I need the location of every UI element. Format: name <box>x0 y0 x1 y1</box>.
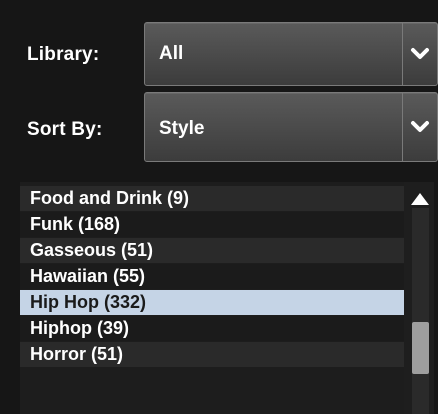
chevron-down-icon <box>411 48 429 59</box>
list-item[interactable]: Food and Drink (9) <box>20 186 404 211</box>
library-browser-panel: Library: All Sort By: Style Food and Dri… <box>0 0 438 414</box>
library-dropdown-button[interactable] <box>402 23 437 85</box>
list-item[interactable]: Horror (51) <box>20 342 404 367</box>
style-list[interactable]: Food and Drink (9) Funk (168) Gasseous (… <box>20 182 433 414</box>
list-scrollbar[interactable] <box>404 182 434 414</box>
list-item[interactable]: Gasseous (51) <box>20 238 404 263</box>
list-item[interactable]: Hiphop (39) <box>20 316 404 341</box>
list-item[interactable]: Hawaiian (55) <box>20 264 404 289</box>
sort-by-dropdown-button[interactable] <box>402 93 437 161</box>
library-select[interactable]: All <box>144 22 438 86</box>
style-list-items: Food and Drink (9) Funk (168) Gasseous (… <box>20 186 404 368</box>
scroll-track[interactable] <box>412 208 429 414</box>
sort-by-select-value: Style <box>159 118 205 139</box>
scroll-thumb[interactable] <box>412 322 429 374</box>
sort-by-select[interactable]: Style <box>144 92 438 162</box>
sort-by-label: Sort By: <box>27 119 103 140</box>
list-item-selected[interactable]: Hip Hop (332) <box>20 290 404 315</box>
library-select-value: All <box>159 43 184 64</box>
library-label: Library: <box>27 44 100 65</box>
list-item[interactable]: Funk (168) <box>20 212 404 237</box>
triangle-up-icon <box>411 193 429 205</box>
chevron-down-icon <box>411 121 429 132</box>
